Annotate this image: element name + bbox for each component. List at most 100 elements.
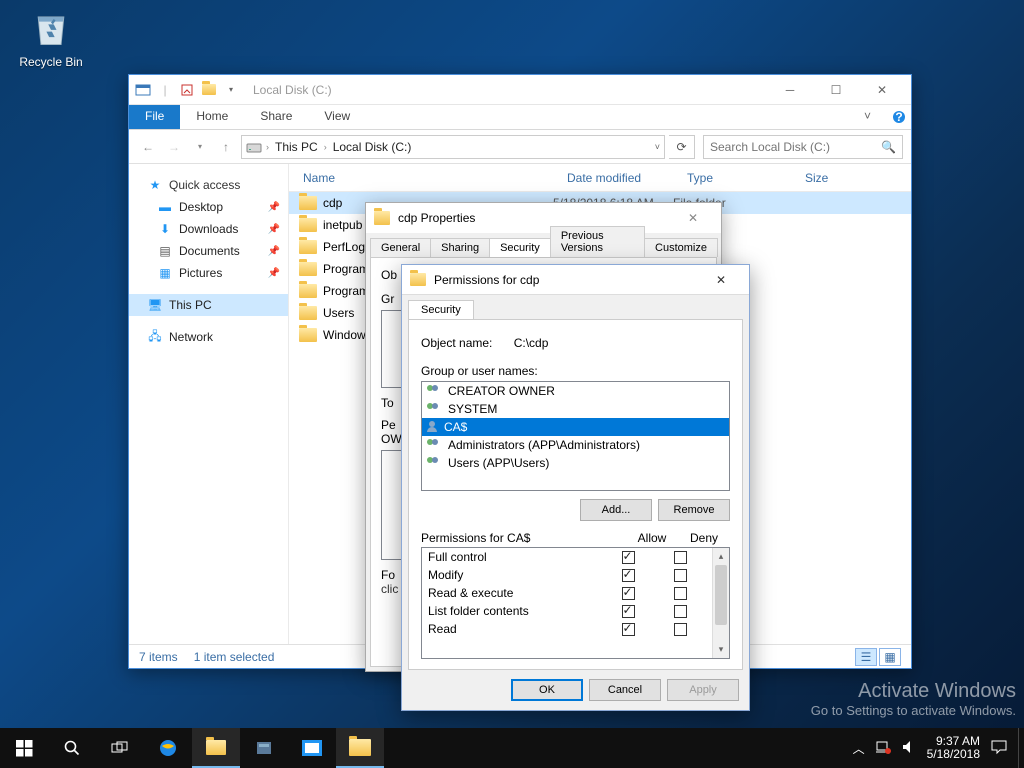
taskbar-explorer[interactable] xyxy=(192,728,240,768)
tab-general[interactable]: General xyxy=(370,238,431,257)
allow-checkbox[interactable] xyxy=(622,605,635,618)
breadcrumb[interactable]: Local Disk (C:) xyxy=(331,140,414,154)
back-button[interactable]: ← xyxy=(137,136,159,158)
tab-sharing[interactable]: Sharing xyxy=(430,238,490,257)
qat-divider: | xyxy=(157,82,173,98)
qat-properties-icon[interactable] xyxy=(179,82,195,98)
permissions-title: Permissions for cdp xyxy=(434,273,539,287)
close-button[interactable]: ✕ xyxy=(859,75,905,105)
sidebar-item[interactable]: ▤Documents📌 xyxy=(129,240,288,262)
ribbon-expand-icon[interactable]: ˅ xyxy=(848,105,887,129)
close-button[interactable]: ✕ xyxy=(673,204,713,232)
view-details-button[interactable]: ☰ xyxy=(855,648,877,666)
sidebar-item[interactable]: ▬Desktop📌 xyxy=(129,196,288,218)
allow-header: Allow xyxy=(626,531,678,545)
taskbar-explorer-folder[interactable] xyxy=(336,728,384,768)
cancel-button[interactable]: Cancel xyxy=(589,679,661,701)
chevron-right-icon[interactable]: › xyxy=(266,142,269,152)
nav-sidebar: ★Quick access ▬Desktop📌 ⬇Downloads📌 ▤Doc… xyxy=(129,164,289,644)
deny-checkbox[interactable] xyxy=(674,623,687,636)
scrollbar[interactable]: ▴ ▾ xyxy=(712,548,729,658)
tab-security[interactable]: Security xyxy=(408,300,474,319)
taskbar-clock[interactable]: 9:37 AM 5/18/2018 xyxy=(927,735,980,761)
allow-checkbox[interactable] xyxy=(622,623,635,636)
desktop-icon: ▬ xyxy=(157,199,173,215)
ok-button[interactable]: OK xyxy=(511,679,583,701)
tab-customize[interactable]: Customize xyxy=(644,238,718,257)
taskbar-server-manager[interactable] xyxy=(240,728,288,768)
tab-share[interactable]: Share xyxy=(244,105,308,129)
group-row[interactable]: CA$ xyxy=(422,418,729,436)
tab-previous-versions[interactable]: Previous Versions xyxy=(550,226,645,257)
taskbar-ie[interactable] xyxy=(144,728,192,768)
titlebar[interactable]: | ▾ Local Disk (C:) ─ ☐ ✕ xyxy=(129,75,911,105)
scroll-down-icon[interactable]: ▾ xyxy=(713,641,729,658)
allow-checkbox[interactable] xyxy=(622,587,635,600)
sidebar-item[interactable]: ⬇Downloads📌 xyxy=(129,218,288,240)
column-headers[interactable]: Name Date modified Type Size xyxy=(289,164,911,192)
forward-button[interactable]: → xyxy=(163,136,185,158)
chevron-down-icon[interactable]: ˅ xyxy=(655,142,660,152)
remove-button[interactable]: Remove xyxy=(658,499,730,521)
tab-file[interactable]: File xyxy=(129,105,180,129)
start-button[interactable] xyxy=(0,728,48,768)
svg-text:?: ? xyxy=(895,110,902,124)
chevron-right-icon[interactable]: › xyxy=(324,142,327,152)
deny-checkbox[interactable] xyxy=(674,587,687,600)
documents-icon: ▤ xyxy=(157,243,173,259)
group-row[interactable]: CREATOR OWNER xyxy=(422,382,729,400)
group-row[interactable]: Users (APP\Users) xyxy=(422,454,729,472)
permissions-tabs: Security xyxy=(402,295,749,319)
action-center-icon[interactable] xyxy=(990,739,1008,758)
tab-view[interactable]: View xyxy=(308,105,366,129)
close-button[interactable]: ✕ xyxy=(701,266,741,294)
tray-chevron-icon[interactable]: ︿ xyxy=(853,740,865,757)
permissions-titlebar[interactable]: Permissions for cdp ✕ xyxy=(402,265,749,295)
deny-checkbox[interactable] xyxy=(674,605,687,618)
qat-newfolder-icon[interactable] xyxy=(201,82,217,98)
group-row[interactable]: SYSTEM xyxy=(422,400,729,418)
add-button[interactable]: Add... xyxy=(580,499,652,521)
allow-checkbox[interactable] xyxy=(622,551,635,564)
breadcrumb[interactable]: This PC xyxy=(273,140,320,154)
search-input[interactable] xyxy=(710,140,881,154)
scroll-up-icon[interactable]: ▴ xyxy=(713,548,729,565)
pc-icon: 🖥 xyxy=(147,297,163,313)
tray-volume-icon[interactable] xyxy=(901,740,917,757)
window-title: Local Disk (C:) xyxy=(253,83,332,97)
group-row[interactable]: Administrators (APP\Administrators) xyxy=(422,436,729,454)
apply-button[interactable]: Apply xyxy=(667,679,739,701)
sidebar-this-pc[interactable]: 🖥This PC xyxy=(129,294,288,316)
tab-security[interactable]: Security xyxy=(489,238,551,257)
properties-titlebar[interactable]: cdp Properties ✕ xyxy=(366,203,721,233)
taskbar-app1[interactable] xyxy=(288,728,336,768)
deny-checkbox[interactable] xyxy=(674,569,687,582)
up-button[interactable]: ↑ xyxy=(215,136,237,158)
group-icon xyxy=(426,385,442,397)
deny-checkbox[interactable] xyxy=(674,551,687,564)
show-desktop-button[interactable] xyxy=(1018,728,1024,768)
group-list[interactable]: CREATOR OWNERSYSTEMCA$Administrators (AP… xyxy=(421,381,730,491)
object-name-row: Object name: C:\cdp xyxy=(421,336,730,350)
allow-checkbox[interactable] xyxy=(622,569,635,582)
search-button[interactable] xyxy=(48,728,96,768)
tab-home[interactable]: Home xyxy=(180,105,244,129)
qat-dropdown-icon[interactable]: ▾ xyxy=(223,82,239,98)
recent-dropdown-icon[interactable]: ▾ xyxy=(189,136,211,158)
sidebar-item[interactable]: ▦Pictures📌 xyxy=(129,262,288,284)
minimize-button[interactable]: ─ xyxy=(767,75,813,105)
address-bar[interactable]: › This PC › Local Disk (C:) ˅ xyxy=(241,135,665,159)
task-view-button[interactable] xyxy=(96,728,144,768)
desktop-icon-recycle-bin[interactable]: Recycle Bin xyxy=(14,6,88,69)
help-icon[interactable]: ? xyxy=(887,105,911,129)
taskbar: ︿ 9:37 AM 5/18/2018 xyxy=(0,728,1024,768)
search-box[interactable]: 🔍 xyxy=(703,135,903,159)
sidebar-network[interactable]: 🖧Network xyxy=(129,326,288,348)
group-label: Group or user names: xyxy=(421,364,730,378)
view-large-button[interactable]: ▦ xyxy=(879,648,901,666)
sidebar-quick-access[interactable]: ★Quick access xyxy=(129,174,288,196)
refresh-button[interactable]: ⟳ xyxy=(669,135,695,159)
maximize-button[interactable]: ☐ xyxy=(813,75,859,105)
group-icon xyxy=(426,457,442,469)
tray-network-icon[interactable] xyxy=(875,740,891,757)
